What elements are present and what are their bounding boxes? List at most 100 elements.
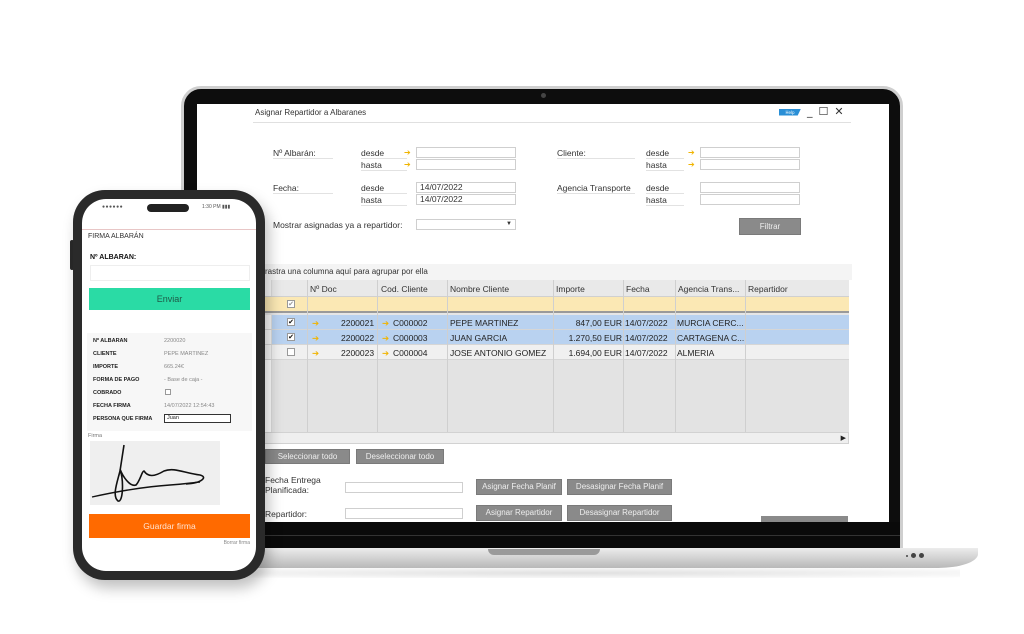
column-header-cod-cliente[interactable]: Cod. Cliente [381,284,428,294]
link-arrow-icon[interactable]: ➔ [382,333,389,344]
asignar-fecha-button[interactable]: Asignar Fecha Planif [476,479,562,495]
title-divider [253,122,851,123]
partial-button[interactable] [761,516,848,522]
fecha-desde-input[interactable]: 14/07/2022 [416,182,516,193]
cliente-desde-label: desde [646,148,684,159]
column-header-fecha[interactable]: Fecha [626,284,650,294]
column-separator [745,280,746,442]
filtrar-button[interactable]: Filtrar [739,218,801,235]
cell-cod-cliente: C000002 [393,318,428,328]
borrar-firma-link[interactable]: Borrar firma [224,540,250,546]
laptop-camera [541,93,546,98]
laptop-notch [488,549,600,555]
sap-window: Asignar Repartidor a Albaranes Help _ ☐ … [197,104,889,522]
select-all-checkbox[interactable]: ✔ [287,300,295,308]
cliente-label: Cliente: [557,148,635,159]
albaran-hasta-input[interactable] [416,159,516,170]
info-key: IMPORTE [93,364,119,370]
column-separator [447,280,448,442]
cell-doc: 2200021 [341,318,375,328]
cell-fecha: 14/07/2022 [625,333,668,343]
chevron-down-icon: ▼ [506,221,512,227]
agencia-desde-input[interactable] [700,182,800,193]
column-header-nro-doc[interactable]: Nº Doc [310,284,337,294]
link-arrow-icon[interactable]: ➔ [404,148,411,157]
cell-nombre-cliente: JOSE ANTONIO GOMEZ [450,348,547,358]
asignar-repartidor-button[interactable]: Asignar Repartidor [476,505,562,521]
group-by-hint[interactable]: Arrastra una columna aquí para agrupar p… [257,264,852,280]
agencia-label: Agencia Transporte [557,183,635,194]
row-checkbox[interactable]: ✔ [287,333,295,341]
cell-cod-cliente: C000003 [393,333,428,343]
phone-notch [147,204,189,212]
desasignar-fecha-button[interactable]: Desasignar Fecha Planif [567,479,672,495]
link-arrow-icon[interactable]: ➔ [688,160,695,169]
link-arrow-icon[interactable]: ➔ [382,348,389,359]
laptop-bottom-bezel [184,522,900,550]
phone-page-title: FIRMA ALBARÁN [88,233,144,240]
agencia-hasta-input[interactable] [700,194,800,205]
enviar-button[interactable]: Enviar [89,288,250,310]
seleccionar-todo-button[interactable]: Seleccionar todo [265,449,350,464]
help-badge[interactable]: Help [779,108,801,116]
laptop-bezel-line [184,535,900,536]
agencia-hasta-label: hasta [646,195,684,206]
row-checkbox[interactable] [287,348,295,356]
info-key: FORMA DE PAGO [93,377,140,383]
albaranes-grid: Nº Doc Cod. Cliente Nombre Cliente Impor… [257,280,849,442]
cobrado-checkbox[interactable] [165,389,171,395]
info-key: Nº ALBARAN [93,338,128,344]
info-value: 665.24€ [164,364,184,370]
column-header-importe[interactable]: Importe [556,284,585,294]
column-separator [307,280,308,442]
mostrar-asignadas-select[interactable]: ▼ [416,219,516,230]
close-icon[interactable]: ✕ [834,106,843,117]
info-value: 14/07/2022 12:54:43 [164,403,215,409]
scroll-right-icon[interactable]: ▶ [841,434,846,442]
cell-agencia: ALMERIA [677,348,715,358]
header-divider [82,229,256,230]
column-separator [553,280,554,442]
link-arrow-icon[interactable]: ➔ [312,333,319,344]
horizontal-scrollbar[interactable]: ▶ [257,432,849,444]
link-arrow-icon[interactable]: ➔ [312,318,319,329]
info-row: FECHA FIRMA 14/07/2022 12:54:43 [93,403,248,413]
persona-que-firma-input[interactable]: Juan [164,414,231,423]
fecha-entrega-label: Fecha Entrega Planificada: [265,475,321,495]
link-arrow-icon[interactable]: ➔ [688,148,695,157]
repartidor-input[interactable] [345,508,463,519]
link-arrow-icon[interactable]: ➔ [312,348,319,359]
info-key: CLIENTE [93,351,117,357]
info-key: PERSONA QUE FIRMA [93,416,153,422]
albaran-input[interactable] [90,265,250,281]
column-header-agencia[interactable]: Agencia Trans... [678,284,739,294]
maximize-icon[interactable]: ☐ [819,106,829,117]
column-header-nombre-cliente[interactable]: Nombre Cliente [450,284,509,294]
row-checkbox[interactable]: ✔ [287,318,295,326]
fecha-entrega-input[interactable] [345,482,463,493]
laptop-shadow [200,568,960,578]
cliente-hasta-input[interactable] [700,159,800,170]
cell-agencia: MURCIA CERC... [677,318,744,328]
status-time: 1:30 PM ▮▮▮ [202,204,231,210]
guardar-firma-button[interactable]: Guardar firma [89,514,250,538]
info-value: PEPE MARTINEZ [164,351,209,357]
firma-label: Firma [88,433,103,439]
signature-pad[interactable] [90,441,220,505]
column-separator [377,280,378,442]
column-header-repartidor[interactable]: Repartidor [748,284,788,294]
cell-nombre-cliente: JUAN GARCIA [450,333,508,343]
signal-icon: ●●●●●● [102,204,124,210]
window-title: Asignar Repartidor a Albaranes [255,108,367,117]
fecha-hasta-input[interactable]: 14/07/2022 [416,194,516,205]
desasignar-repartidor-button[interactable]: Desasignar Repartidor [567,505,672,521]
link-arrow-icon[interactable]: ➔ [382,318,389,329]
info-key: FECHA FIRMA [93,403,131,409]
link-arrow-icon[interactable]: ➔ [404,160,411,169]
deseleccionar-todo-button[interactable]: Deseleccionar todo [356,449,444,464]
albaran-desde-input[interactable] [416,147,516,158]
info-row: CLIENTE PEPE MARTINEZ [93,351,248,361]
cliente-desde-input[interactable] [700,147,800,158]
minimize-icon[interactable]: _ [807,106,813,117]
cell-fecha: 14/07/2022 [625,318,668,328]
